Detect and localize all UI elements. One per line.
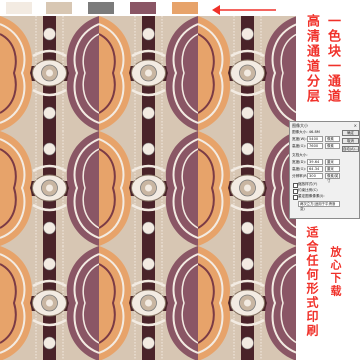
caption-any-printing: 适合任何形式印刷 <box>305 226 319 338</box>
color-swatch-5 <box>172 2 198 14</box>
doc-height-field[interactable]: 64.34 <box>307 166 323 172</box>
cancel-button[interactable]: 取消 <box>342 138 359 144</box>
doc-width-unit-select[interactable]: 厘米 <box>325 159 340 165</box>
doc-height-unit-select[interactable]: 厘米 <box>325 166 340 172</box>
ok-button[interactable]: 确定 <box>342 130 359 136</box>
resample-label: 重定图像像素(I): <box>298 194 325 198</box>
height-unit-select[interactable]: 像素 <box>325 143 340 149</box>
width-field[interactable]: 5400 <box>307 136 323 142</box>
width-label: 宽度(W): <box>292 137 307 141</box>
close-icon[interactable]: × <box>354 123 357 128</box>
resolution-field[interactable]: 300 <box>307 173 323 179</box>
height-label: 高度(G): <box>292 144 306 148</box>
doc-height-label: 高度(G): <box>292 167 306 171</box>
doc-size-label: 文档大小: <box>292 153 308 157</box>
image-size-dialog: 图像大小 × 图像大小: 46.8M 宽度(W): 5400 像素 高度(G):… <box>289 121 360 219</box>
doc-width-field[interactable]: 39.64 <box>307 159 323 165</box>
dialog-title: 图像大小 <box>292 123 308 128</box>
damask-pattern <box>0 16 296 360</box>
scale-styles-label: 缩放样式(Y) <box>298 182 318 186</box>
caption-one-block-one-channel: 一色块一通道 <box>325 14 340 104</box>
screenshot: 高清通道分层 一色块一通道 放心下载 适合任何形式印刷 图像大小 × 图像大小:… <box>0 0 360 360</box>
doc-width-label: 宽度(D): <box>292 160 306 164</box>
constrain-label: 约束比例(C) <box>298 188 318 192</box>
color-swatch-3 <box>88 2 114 14</box>
caption-channels-layered: 高清通道分层 <box>304 14 319 104</box>
color-swatch-4 <box>130 2 156 14</box>
resample-method-select[interactable]: 两次立方(适用于平滑渐变) <box>298 201 340 211</box>
resolution-unit-select[interactable]: 像素/英寸 <box>325 173 340 183</box>
auto-button[interactable]: 自动(A)... <box>342 146 359 152</box>
image-size-info: 图像大小: 46.8M <box>292 130 320 134</box>
color-swatch-1 <box>6 2 32 14</box>
height-field[interactable]: 7600 <box>307 143 323 149</box>
arrow-left-icon <box>212 5 276 15</box>
caption-download-safely: 放心下载 <box>329 246 342 298</box>
width-unit-select[interactable]: 像素 <box>325 136 340 142</box>
color-swatch-2 <box>46 2 72 14</box>
